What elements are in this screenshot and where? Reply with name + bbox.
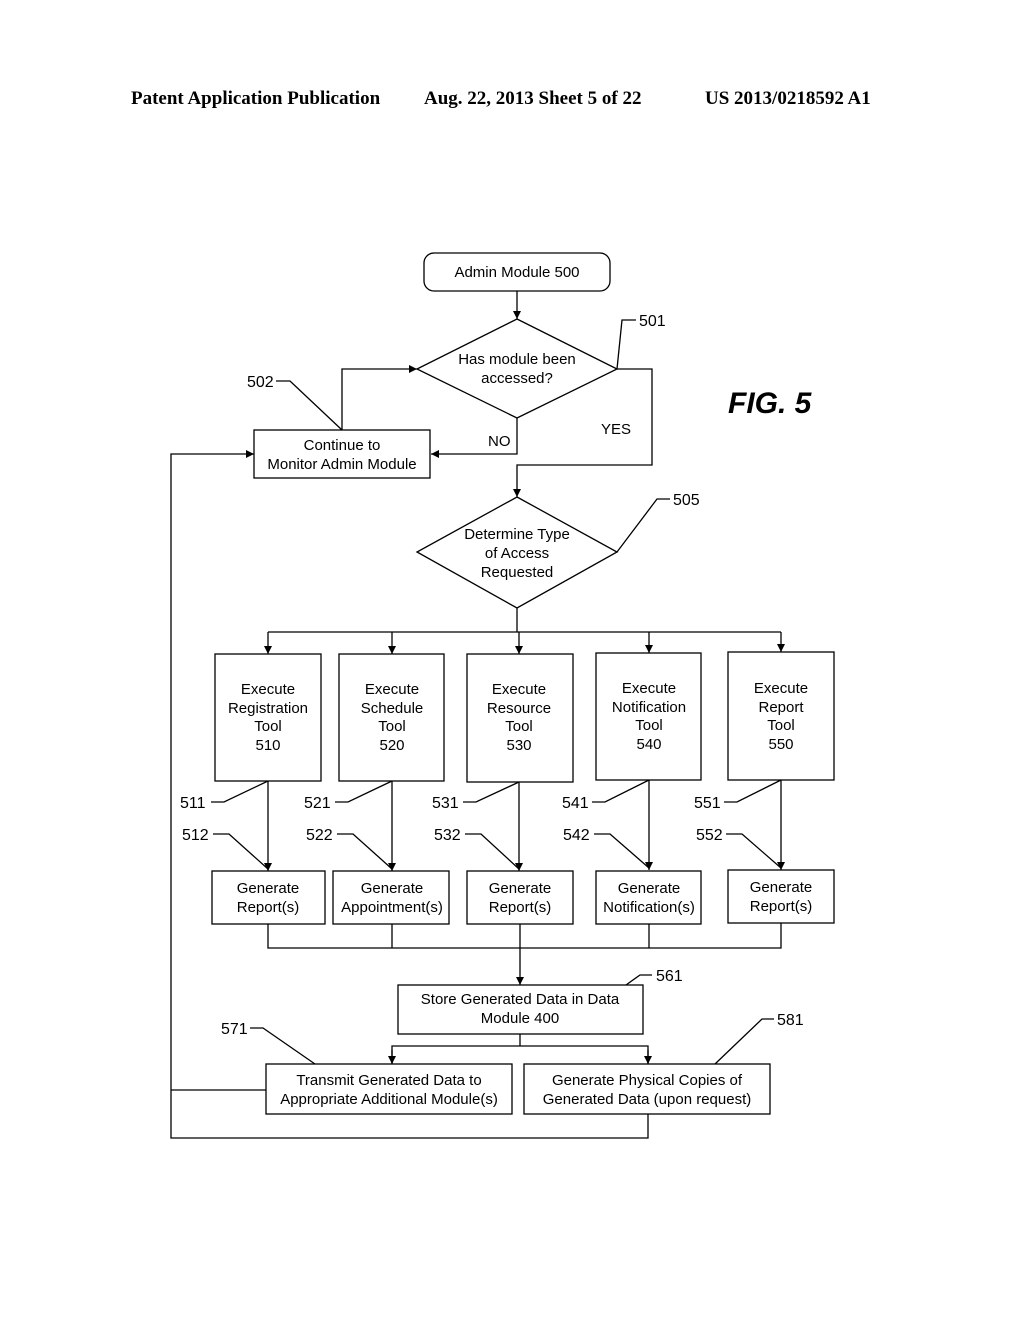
tool-530-line1: Execute (492, 681, 546, 698)
determine-line2: of Access (485, 545, 549, 562)
collector-bus (267, 923, 782, 949)
store-line2: Module 400 (481, 1010, 559, 1027)
transmit-line1: Transmit Generated Data to (296, 1072, 481, 1089)
node-decision-accessed: Has module been accessed? (415, 318, 619, 419)
tool-510-line3: Tool (254, 718, 282, 735)
tool-column-report: Execute Report Tool 550 551 552 Generate… (694, 632, 835, 924)
store-line1: Store Generated Data in Data (421, 991, 620, 1008)
physical-line1: Generate Physical Copies of (552, 1072, 743, 1089)
ref-541: 541 (562, 795, 589, 812)
output-510-line2: Report(s) (237, 899, 300, 916)
split-bus (391, 1045, 649, 1064)
tool-540-line3: Tool (635, 717, 663, 734)
ref-552: 552 (696, 827, 723, 844)
ref-502: 502 (247, 374, 274, 391)
tool-540-line1: Execute (622, 680, 676, 697)
physical-line2: Generated Data (upon request) (543, 1091, 751, 1108)
node-store: Store Generated Data in Data Module 400 (397, 984, 644, 1035)
tool-530-line3: Tool (505, 718, 533, 735)
decision-accessed-line1: Has module been (458, 351, 576, 368)
ref-512: 512 (182, 827, 209, 844)
output-530-line1: Generate (489, 880, 552, 897)
monitor-line2: Monitor Admin Module (267, 456, 416, 473)
tool-550-line1: Execute (754, 680, 808, 697)
node-determine-type: Determine Type of Access Requested (415, 496, 619, 609)
determine-line1: Determine Type (464, 526, 570, 543)
label-no: NO (488, 433, 511, 450)
leader-505 (616, 498, 670, 553)
edge-monitor-loop (341, 365, 417, 430)
output-520-line1: Generate (361, 880, 424, 897)
output-550-line1: Generate (750, 879, 813, 896)
tool-520-line1: Execute (365, 681, 419, 698)
ref-581: 581 (777, 1012, 804, 1029)
ref-542: 542 (563, 827, 590, 844)
ref-521: 521 (304, 795, 331, 812)
monitor-line1: Continue to (304, 437, 381, 454)
node-physical-copies: Generate Physical Copies of Generated Da… (523, 1063, 771, 1115)
node-admin-module: Admin Module 500 (423, 252, 611, 292)
tool-550-line3: Tool (767, 717, 795, 734)
output-540-line1: Generate (618, 880, 681, 897)
leader-581 (714, 1018, 774, 1065)
tool-550-line4: 550 (768, 736, 793, 753)
leader-561 (625, 974, 652, 986)
output-540-line2: Notification(s) (603, 899, 695, 916)
tool-column-schedule: Execute Schedule Tool 520 521 522 Genera… (304, 632, 450, 925)
ref-522: 522 (306, 827, 333, 844)
tool-520-line3: Tool (378, 718, 406, 735)
tool-510-line2: Registration (228, 700, 308, 717)
tool-520-line4: 520 (379, 737, 404, 754)
ref-501: 501 (639, 313, 666, 330)
output-550-line2: Report(s) (750, 898, 813, 915)
flowchart: FIG. 5 Admin Module 500 Has module been … (170, 252, 835, 1139)
tool-520-line2: Schedule (361, 700, 424, 717)
output-530-line2: Report(s) (489, 899, 552, 916)
leader-502 (276, 380, 343, 431)
tool-530-line4: 530 (506, 737, 531, 754)
ref-551: 551 (694, 795, 721, 812)
figure-label: FIG. 5 (728, 387, 813, 420)
tool-column-registration: Execute Registration Tool 510 511 512 Ge… (180, 632, 326, 925)
node-transmit: Transmit Generated Data to Appropriate A… (265, 1063, 513, 1115)
label-yes: YES (601, 421, 631, 438)
ref-511: 511 (180, 795, 206, 812)
tool-550-line2: Report (758, 699, 804, 716)
determine-line3: Requested (481, 564, 554, 581)
node-admin-module-label: Admin Module 500 (454, 264, 579, 281)
output-520-line2: Appointment(s) (341, 899, 443, 916)
output-510-line1: Generate (237, 880, 300, 897)
tool-510-line4: 510 (255, 737, 280, 754)
tool-column-notification: Execute Notification Tool 540 541 542 Ge… (562, 632, 702, 925)
node-monitor: Continue to Monitor Admin Module (253, 429, 431, 479)
ref-531: 531 (432, 795, 459, 812)
tool-540-line4: 540 (636, 736, 661, 753)
tool-510-line1: Execute (241, 681, 295, 698)
ref-561: 561 (656, 968, 683, 985)
ref-571: 571 (221, 1021, 248, 1038)
ref-505: 505 (673, 492, 700, 509)
ref-532: 532 (434, 827, 461, 844)
transmit-line2: Appropriate Additional Module(s) (280, 1091, 498, 1108)
tool-column-resource: Execute Resource Tool 530 531 532 Genera… (432, 632, 574, 925)
tool-540-line2: Notification (612, 699, 686, 716)
leader-571 (250, 1027, 316, 1065)
tool-530-line2: Resource (487, 700, 551, 717)
decision-accessed-line2: accessed? (481, 370, 553, 387)
leader-501 (616, 319, 636, 370)
